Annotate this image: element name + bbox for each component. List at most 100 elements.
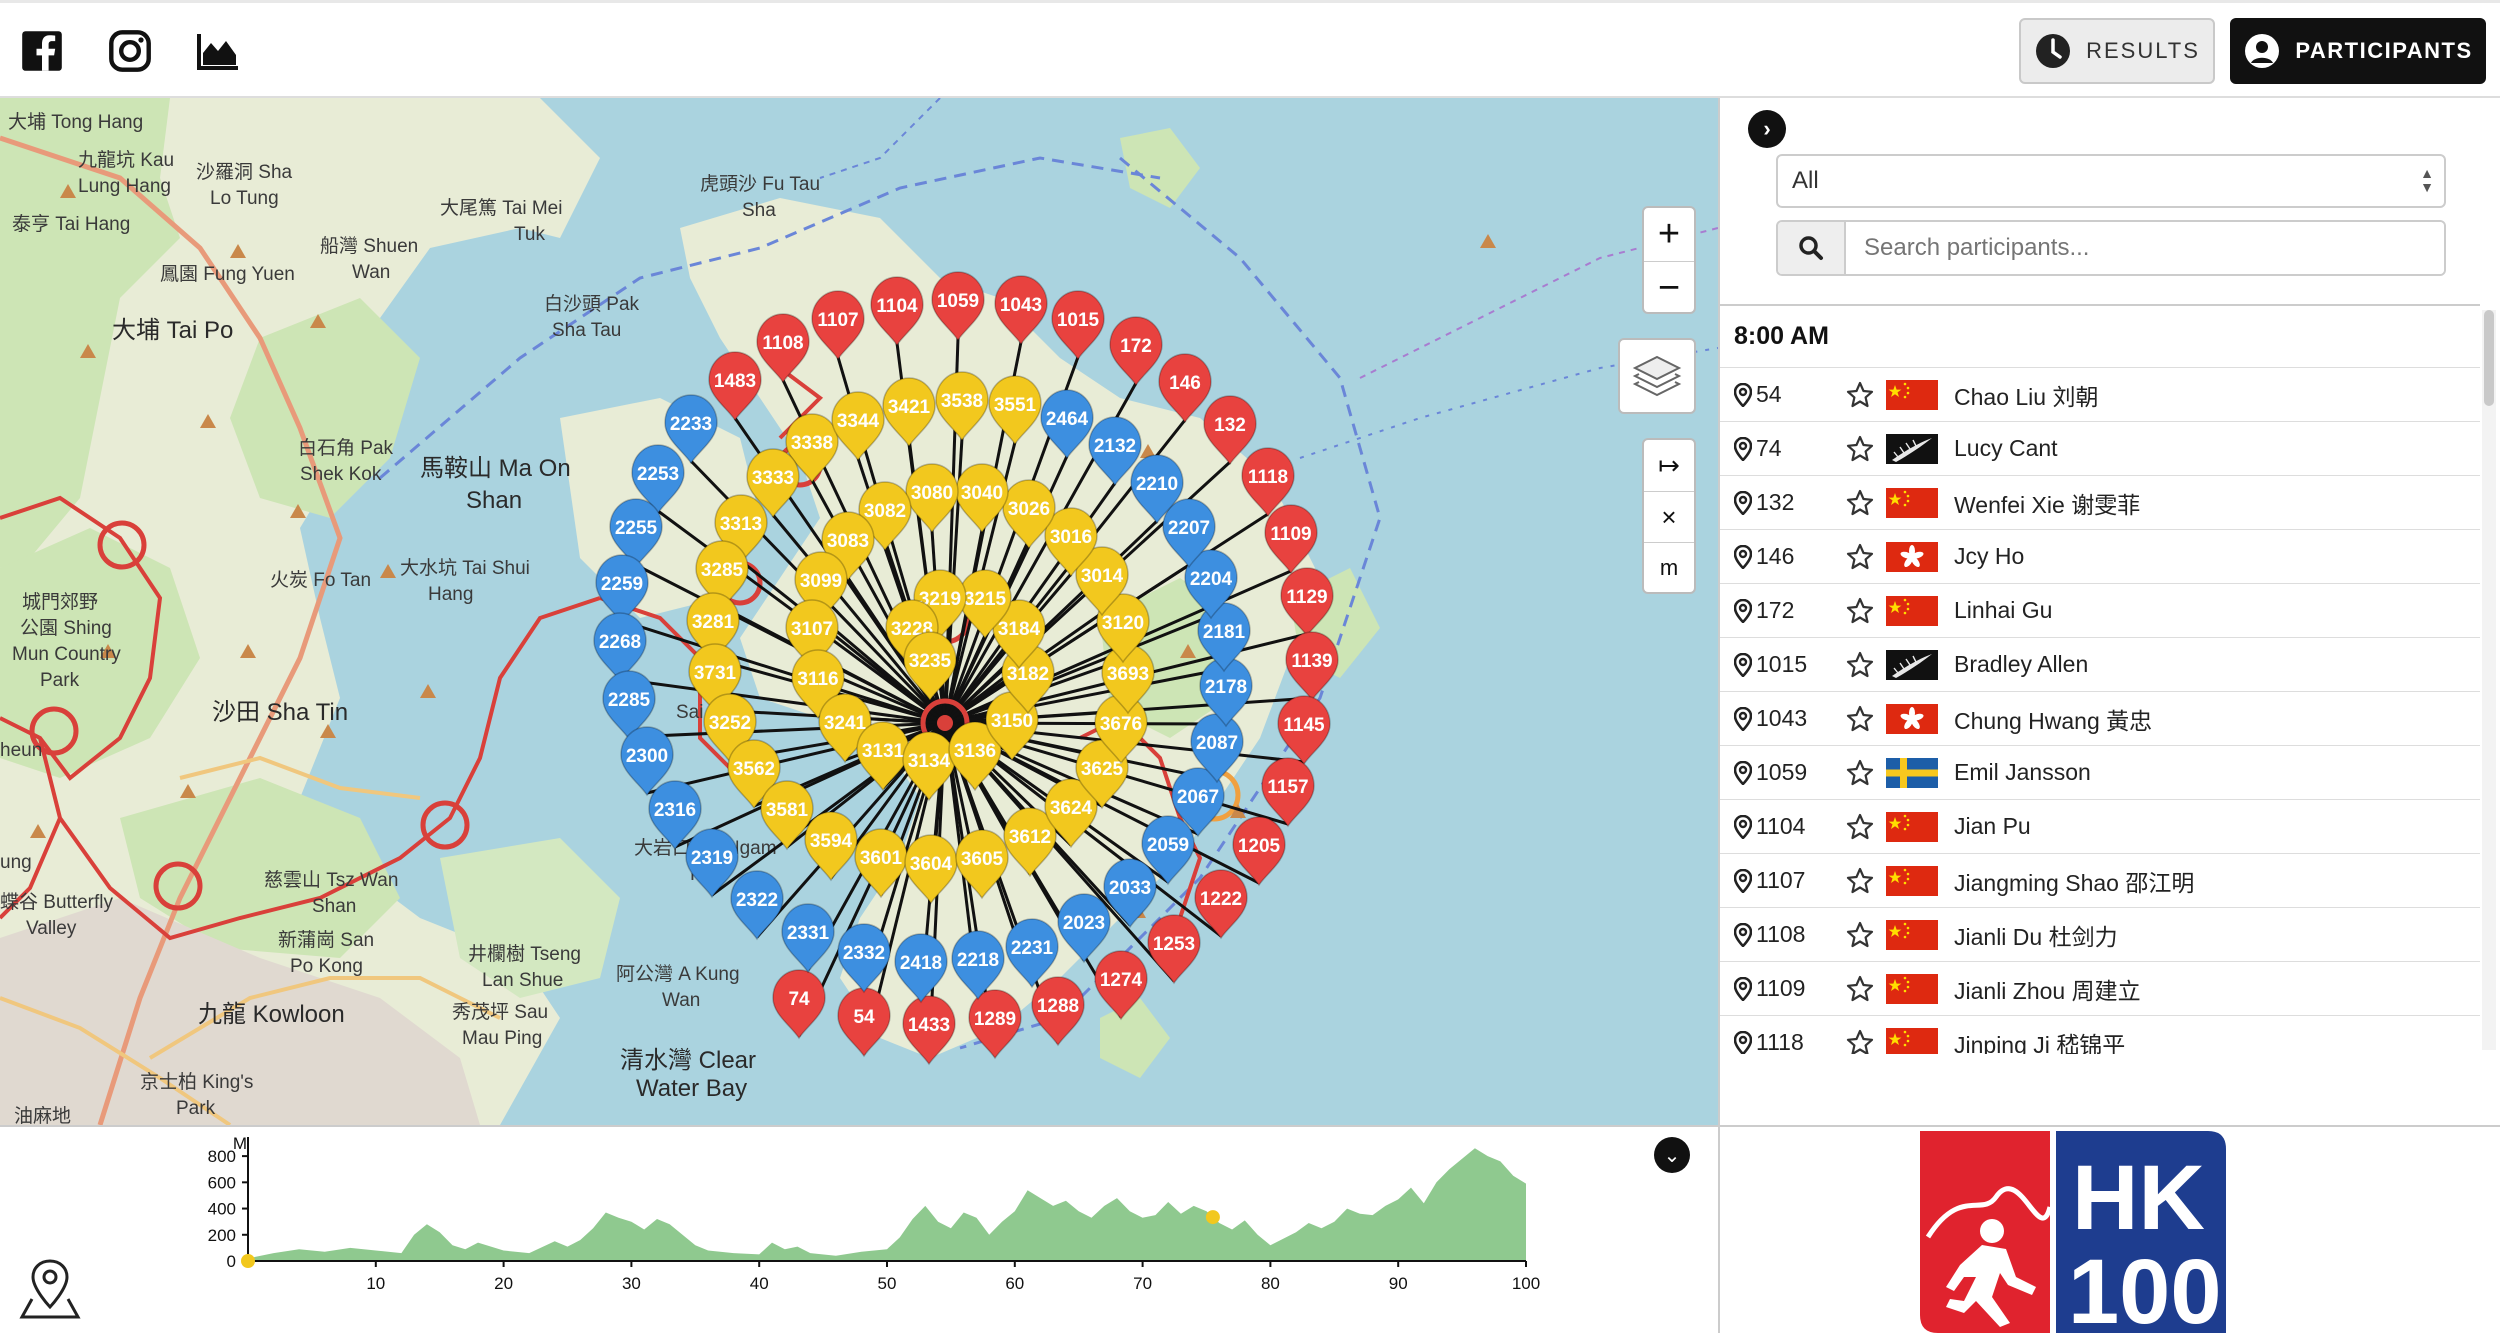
marker-1059[interactable]: 1059	[931, 271, 985, 342]
participant-row[interactable]: 74 Lucy Cant	[1720, 422, 2480, 476]
map-pin-icon[interactable]	[1720, 652, 1754, 677]
star-icon[interactable]	[1840, 867, 1880, 895]
marker-3601[interactable]: 3601	[854, 828, 908, 899]
marker-2218[interactable]: 2218	[951, 930, 1005, 1001]
participant-row[interactable]: 54 Chao Liu 刘朝	[1720, 368, 2480, 422]
marker-1015[interactable]: 1015	[1051, 290, 1105, 361]
marker-132[interactable]: 132	[1203, 395, 1257, 466]
star-icon[interactable]	[1840, 381, 1880, 409]
map-pin-icon[interactable]	[1720, 706, 1754, 731]
instagram-icon[interactable]	[108, 29, 152, 73]
star-icon[interactable]	[1840, 705, 1880, 733]
marker-1129[interactable]: 1129	[1280, 567, 1334, 638]
star-icon[interactable]	[1840, 759, 1880, 787]
star-icon[interactable]	[1840, 435, 1880, 463]
participant-row[interactable]: 1107 Jiangming Shao 邵江明	[1720, 854, 2480, 908]
layers-button[interactable]	[1618, 338, 1696, 414]
marker-172[interactable]: 172	[1109, 316, 1163, 387]
participant-row[interactable]: 1109 Jianli Zhou 周建立	[1720, 962, 2480, 1016]
participant-row[interactable]: 1108 Jianli Du 杜剑力	[1720, 908, 2480, 962]
star-icon[interactable]	[1840, 813, 1880, 841]
location-pin-icon[interactable]	[18, 1255, 82, 1321]
category-select[interactable]: All ▲ ▼	[1776, 154, 2446, 208]
marker-1274[interactable]: 1274	[1094, 950, 1148, 1021]
marker-1108[interactable]: 1108	[756, 313, 810, 384]
marker-2319[interactable]: 2319	[685, 828, 739, 899]
marker-2268[interactable]: 2268	[593, 612, 647, 683]
map-pin-icon[interactable]	[1720, 760, 1754, 785]
participant-row[interactable]: 132 Wenfei Xie 谢雯菲	[1720, 476, 2480, 530]
star-icon[interactable]	[1840, 489, 1880, 517]
marker-1157[interactable]: 1157	[1261, 757, 1315, 828]
marker-2418[interactable]: 2418	[894, 933, 948, 1004]
marker-2023[interactable]: 2023	[1057, 893, 1111, 964]
marker-1139[interactable]: 1139	[1285, 631, 1339, 702]
map-pin-icon[interactable]	[1720, 922, 1754, 947]
star-icon[interactable]	[1840, 543, 1880, 571]
follow-button[interactable]: ↦	[1644, 440, 1694, 491]
star-icon[interactable]	[1840, 975, 1880, 1003]
marker-1222[interactable]: 1222	[1194, 869, 1248, 940]
marker-2464[interactable]: 2464	[1040, 389, 1094, 460]
marker-2033[interactable]: 2033	[1103, 858, 1157, 929]
zoom-in-button[interactable]: +	[1644, 208, 1694, 261]
elevation-collapse-button[interactable]: ⌄	[1654, 1137, 1690, 1173]
marker-1289[interactable]: 1289	[968, 989, 1022, 1060]
scrollbar-thumb[interactable]	[2484, 310, 2494, 406]
marker-3040[interactable]: 3040	[955, 463, 1009, 534]
star-icon[interactable]	[1840, 651, 1880, 679]
map-pin-icon[interactable]	[1720, 598, 1754, 623]
marker-3604[interactable]: 3604	[904, 834, 958, 905]
marker-3131[interactable]: 3131	[856, 721, 910, 792]
participant-row[interactable]: 1104 Jian Pu	[1720, 800, 2480, 854]
marker-2231[interactable]: 2231	[1005, 918, 1059, 989]
participant-row[interactable]: 1118 Jinping Ji 嵇锦平	[1720, 1016, 2480, 1054]
marker-3421[interactable]: 3421	[882, 377, 936, 448]
marker-1288[interactable]: 1288	[1031, 976, 1085, 1047]
search-icon[interactable]	[1778, 222, 1846, 274]
marker-3080[interactable]: 3080	[905, 463, 959, 534]
marker-3551[interactable]: 3551	[988, 375, 1042, 446]
map-pin-icon[interactable]	[1720, 436, 1754, 461]
marker-3344[interactable]: 3344	[831, 391, 885, 462]
results-button[interactable]: RESULTS	[2019, 18, 2215, 84]
marker-1104[interactable]: 1104	[870, 276, 924, 347]
participant-row[interactable]: 1015 Bradley Allen	[1720, 638, 2480, 692]
facebook-icon[interactable]	[20, 29, 64, 73]
marker-146[interactable]: 146	[1158, 353, 1212, 424]
marker-1109[interactable]: 1109	[1264, 504, 1318, 575]
marker-1433[interactable]: 1433	[902, 995, 956, 1066]
participant-row[interactable]: 172 Linhai Gu	[1720, 584, 2480, 638]
marker-2331[interactable]: 2331	[781, 903, 835, 974]
marker-1253[interactable]: 1253	[1147, 914, 1201, 985]
map-pin-icon[interactable]	[1720, 1030, 1754, 1054]
units-button[interactable]: m	[1644, 542, 1694, 592]
marker-1483[interactable]: 1483	[708, 351, 762, 422]
map-pin-icon[interactable]	[1720, 490, 1754, 515]
panel-collapse-button[interactable]: ›	[1748, 110, 1786, 148]
star-icon[interactable]	[1840, 1029, 1880, 1054]
participant-row[interactable]: 1059 Emil Jansson	[1720, 746, 2480, 800]
marker-74[interactable]: 74	[772, 969, 826, 1040]
marker-1043[interactable]: 1043	[994, 275, 1048, 346]
participant-row[interactable]: 146 Jcy Ho	[1720, 530, 2480, 584]
map-pin-icon[interactable]	[1720, 382, 1754, 407]
star-icon[interactable]	[1840, 921, 1880, 949]
marker-1107[interactable]: 1107	[811, 290, 865, 361]
participant-row[interactable]: 1043 Chung Hwang 黃忠	[1720, 692, 2480, 746]
search-input[interactable]	[1846, 222, 2444, 274]
map-view[interactable]: 大埔 Tong Hang 九龍坑 Kau Lung Hang 沙羅洞 Sha Lo Tu…	[0, 98, 1718, 1125]
marker-2181[interactable]: 2181	[1197, 602, 1251, 673]
clear-button[interactable]: ×	[1644, 491, 1694, 542]
marker-3538[interactable]: 3538	[935, 371, 989, 442]
map-pin-icon[interactable]	[1720, 544, 1754, 569]
map-pin-icon[interactable]	[1720, 814, 1754, 839]
star-icon[interactable]	[1840, 597, 1880, 625]
list-scrollbar[interactable]	[2482, 310, 2496, 1050]
marker-3594[interactable]: 3594	[804, 811, 858, 882]
map-pin-icon[interactable]	[1720, 976, 1754, 1001]
zoom-out-button[interactable]: −	[1644, 261, 1694, 312]
area-chart-icon[interactable]	[196, 29, 240, 73]
marker-54[interactable]: 54	[837, 987, 891, 1058]
marker-1145[interactable]: 1145	[1277, 695, 1331, 766]
